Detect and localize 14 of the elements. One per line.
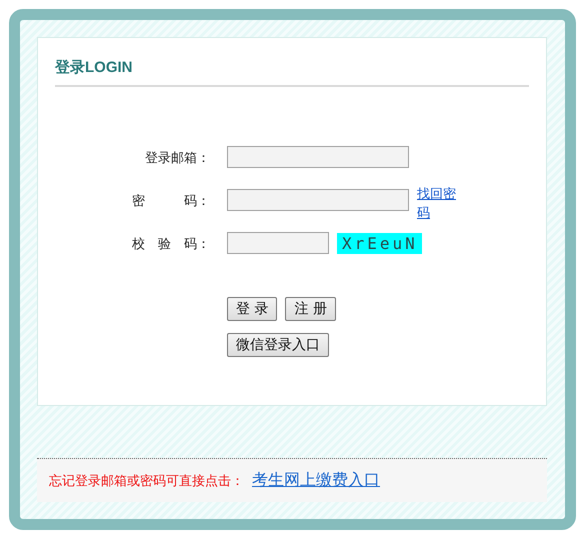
field-label: 密 码：	[131, 193, 210, 210]
login-button[interactable]: 登 录	[227, 297, 278, 321]
field-label: 登录邮箱：	[144, 150, 210, 167]
payment-link[interactable]: 考生网上缴费入口	[252, 470, 380, 491]
wechat-login-button[interactable]: 微信登录入口	[227, 333, 329, 357]
captcha-image[interactable]: XrEeuN	[337, 232, 422, 254]
captcha-field[interactable]	[227, 232, 329, 254]
footer-note: 忘记登录邮箱或密码可直接点击：	[49, 472, 244, 490]
password-field[interactable]	[227, 189, 409, 211]
field-label: 校 验 码：	[131, 236, 210, 253]
recover-password-link[interactable]: 找回密码	[417, 185, 462, 223]
register-button[interactable]: 注 册	[285, 297, 336, 321]
email-field[interactable]	[227, 146, 409, 168]
panel-title: 登录LOGIN	[55, 58, 529, 87]
